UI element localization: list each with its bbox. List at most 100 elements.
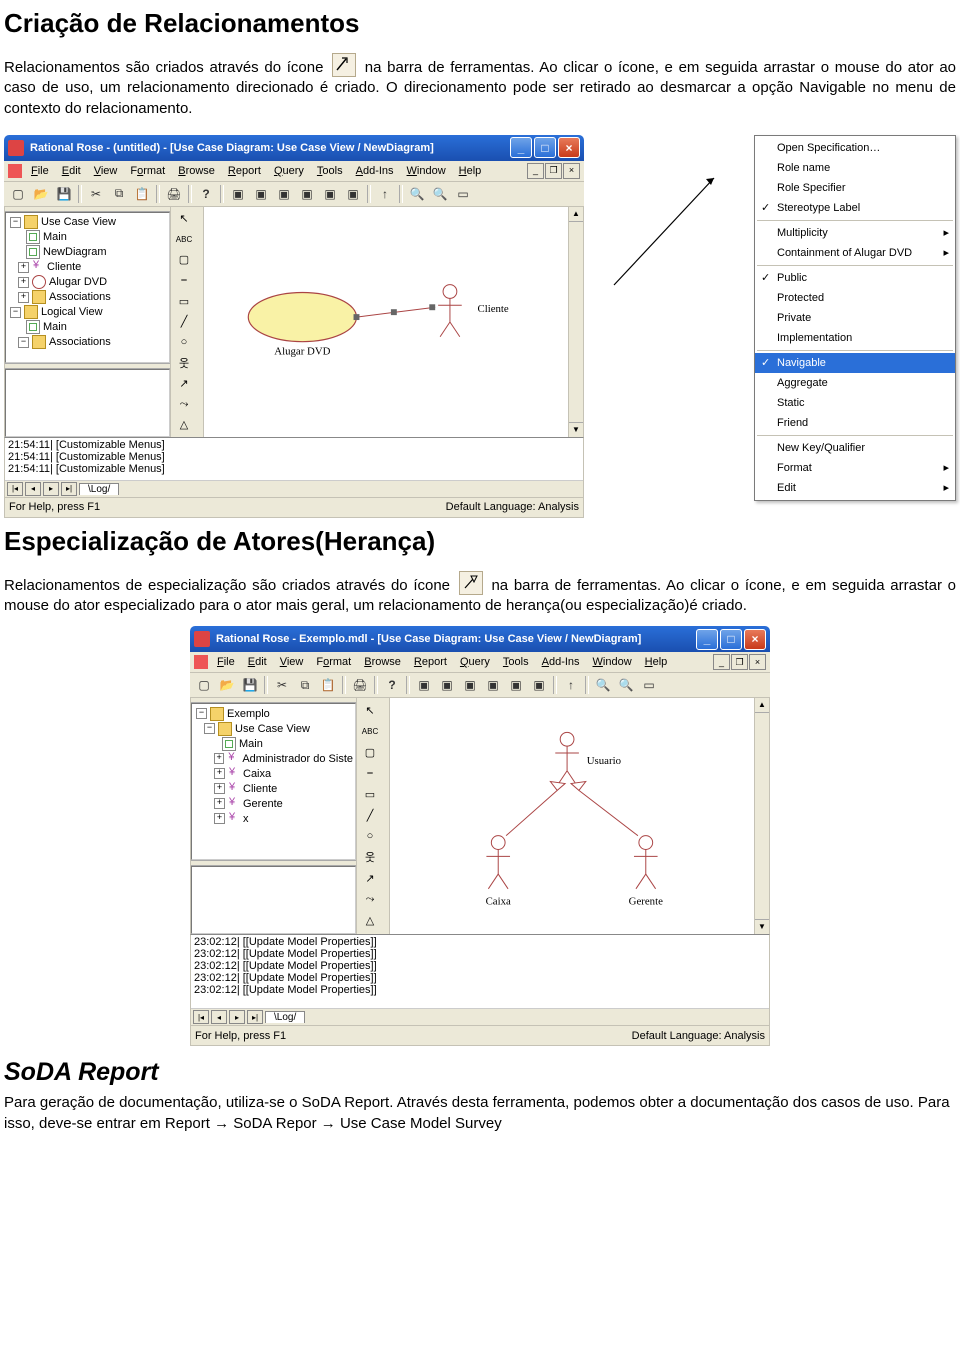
doc-pane[interactable]: [5, 369, 170, 437]
pal-usecase[interactable]: ○: [173, 333, 195, 353]
menu-query[interactable]: Query: [454, 655, 496, 669]
scrollbar[interactable]: [568, 207, 583, 437]
tb-new[interactable]: ▢: [8, 184, 28, 204]
expander-icon[interactable]: +: [214, 783, 225, 794]
pal-pointer[interactable]: ↖: [359, 700, 381, 720]
log-nav-first[interactable]: |◂: [193, 1010, 209, 1024]
menu-report[interactable]: Report: [222, 164, 267, 178]
pal-anchor[interactable]: ⎯: [173, 271, 195, 291]
expander-icon[interactable]: +: [18, 292, 29, 303]
child-close-button[interactable]: ×: [749, 654, 766, 670]
log-nav-last[interactable]: ▸|: [247, 1010, 263, 1024]
tb-paste[interactable]: 📋: [318, 675, 338, 695]
pal-package[interactable]: ▭: [173, 291, 195, 311]
maximize-button[interactable]: □: [720, 629, 742, 650]
pal-note[interactable]: ▢: [359, 742, 381, 762]
expander-icon[interactable]: −: [10, 217, 21, 228]
child-min-button[interactable]: _: [713, 654, 730, 670]
tree-item[interactable]: Associations: [49, 336, 111, 348]
tree-browser[interactable]: −Exemplo −Use Case View Main +Administra…: [191, 703, 356, 860]
expander-icon[interactable]: −: [18, 337, 29, 348]
tb-view5[interactable]: ▣: [320, 184, 340, 204]
tb-view3[interactable]: ▣: [460, 675, 480, 695]
child-restore-button[interactable]: ❐: [731, 654, 748, 670]
ctx-implementation[interactable]: Implementation: [755, 328, 955, 348]
ctx-protected[interactable]: Protected: [755, 288, 955, 308]
tb-zoomin[interactable]: 🔍: [593, 675, 613, 695]
tb-fit[interactable]: ▭: [453, 184, 473, 204]
pal-dependency[interactable]: ⤳: [173, 395, 195, 415]
log-nav-first[interactable]: |◂: [7, 482, 23, 496]
tb-paste[interactable]: 📋: [132, 184, 152, 204]
pal-pointer[interactable]: ↖: [173, 209, 195, 229]
pal-actor[interactable]: 웃: [359, 847, 381, 867]
tb-zoomout[interactable]: 🔍: [430, 184, 450, 204]
tb-cut[interactable]: ✂: [272, 675, 292, 695]
ctx-role-name[interactable]: Role name: [755, 158, 955, 178]
tree-item[interactable]: Main: [43, 321, 67, 333]
tb-help[interactable]: ?: [382, 675, 402, 695]
tb-fit[interactable]: ▭: [639, 675, 659, 695]
doc-pane[interactable]: [191, 866, 356, 934]
tb-save[interactable]: 💾: [240, 675, 260, 695]
tb-view3[interactable]: ▣: [274, 184, 294, 204]
minimize-button[interactable]: _: [510, 137, 532, 158]
pal-line[interactable]: ╱: [359, 805, 381, 825]
tb-up[interactable]: ↑: [375, 184, 395, 204]
pal-assoc-uni[interactable]: ↗: [173, 374, 195, 394]
tb-new[interactable]: ▢: [194, 675, 214, 695]
menu-window[interactable]: Window: [401, 164, 452, 178]
pal-anchor[interactable]: ⎯: [359, 763, 381, 783]
pal-line[interactable]: ╱: [173, 312, 195, 332]
ctx-navigable[interactable]: Navigable: [755, 353, 955, 373]
ctx-aggregate[interactable]: Aggregate: [755, 373, 955, 393]
menu-report[interactable]: Report: [408, 655, 453, 669]
log-nav-next[interactable]: ▸: [43, 482, 59, 496]
log-nav-prev[interactable]: ◂: [211, 1010, 227, 1024]
tb-copy[interactable]: ⧉: [295, 675, 315, 695]
ctx-edit[interactable]: Edit: [755, 478, 955, 498]
pal-generalization[interactable]: △: [173, 415, 195, 435]
ctx-public[interactable]: Public: [755, 268, 955, 288]
pal-generalization[interactable]: △: [359, 910, 381, 930]
tb-view4[interactable]: ▣: [483, 675, 503, 695]
menu-browse[interactable]: Browse: [358, 655, 407, 669]
tb-cut[interactable]: ✂: [86, 184, 106, 204]
log-nav-next[interactable]: ▸: [229, 1010, 245, 1024]
ctx-friend[interactable]: Friend: [755, 413, 955, 433]
tb-open[interactable]: 📂: [217, 675, 237, 695]
ctx-containment[interactable]: Containment of Alugar DVD: [755, 243, 955, 263]
pal-text[interactable]: ABC: [359, 721, 381, 741]
tree-item[interactable]: Cliente: [243, 783, 277, 795]
menu-view[interactable]: View: [274, 655, 310, 669]
tb-copy[interactable]: ⧉: [109, 184, 129, 204]
menu-file[interactable]: File: [211, 655, 241, 669]
expander-icon[interactable]: +: [214, 798, 225, 809]
pal-assoc-uni[interactable]: ↗: [359, 868, 381, 888]
tree-item[interactable]: Associations: [49, 291, 111, 303]
log-tab[interactable]: \Log/: [265, 1011, 305, 1023]
menu-format[interactable]: Format: [124, 164, 171, 178]
log-nav-last[interactable]: ▸|: [61, 482, 77, 496]
child-restore-button[interactable]: ❐: [545, 163, 562, 179]
expander-icon[interactable]: −: [10, 307, 21, 318]
pal-usecase[interactable]: ○: [359, 826, 381, 846]
pal-note[interactable]: ▢: [173, 250, 195, 270]
menu-tools[interactable]: Tools: [311, 164, 349, 178]
menu-browse[interactable]: Browse: [172, 164, 221, 178]
tb-view1[interactable]: ▣: [414, 675, 434, 695]
tb-zoomin[interactable]: 🔍: [407, 184, 427, 204]
tree-item[interactable]: Use Case View: [235, 723, 310, 735]
expander-icon[interactable]: +: [18, 262, 29, 273]
maximize-button[interactable]: □: [534, 137, 556, 158]
ctx-role-specifier[interactable]: Role Specifier: [755, 178, 955, 198]
tb-view2[interactable]: ▣: [251, 184, 271, 204]
tb-view2[interactable]: ▣: [437, 675, 457, 695]
menu-query[interactable]: Query: [268, 164, 310, 178]
tree-item[interactable]: Alugar DVD: [49, 276, 107, 288]
tb-zoomout[interactable]: 🔍: [616, 675, 636, 695]
ctx-open-spec[interactable]: Open Specification…: [755, 138, 955, 158]
expander-icon[interactable]: +: [214, 753, 224, 764]
tree-item[interactable]: Main: [239, 738, 263, 750]
tb-save[interactable]: 💾: [54, 184, 74, 204]
